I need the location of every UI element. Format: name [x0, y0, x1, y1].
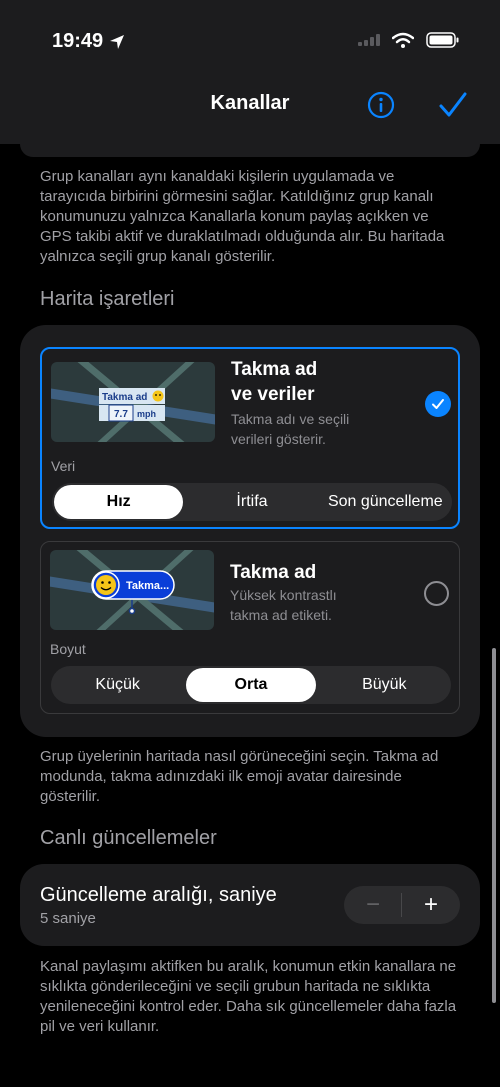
- nickname-data-preview: Takma ad 7.7 mph: [51, 362, 215, 442]
- size-label: Boyut: [50, 641, 86, 657]
- wifi-icon: [392, 32, 414, 48]
- segment-large[interactable]: Büyük: [320, 668, 449, 702]
- live-updates-header: Canlı güncellemeler: [40, 827, 217, 849]
- size-segmented-control: Küçük Orta Büyük: [51, 666, 451, 704]
- option1-desc-line2: verileri gösterir.: [231, 431, 326, 447]
- update-interval-title: Güncelleme aralığı, saniye: [40, 884, 277, 906]
- option1-description: Takma adı ve seçili verileri gösterir.: [231, 409, 349, 449]
- option2-description: Yüksek kontrastlı takma ad etiketi.: [230, 585, 337, 625]
- status-icons: [358, 32, 460, 48]
- segment-last-update[interactable]: Son güncelleme: [321, 485, 450, 519]
- channels-footer-text: Grup kanalları aynı kanaldaki kişilerin …: [40, 168, 445, 265]
- battery-icon: [426, 32, 459, 48]
- thumb-nickname-text: Takma ad: [102, 392, 147, 403]
- option2-desc-line1: Yüksek kontrastlı: [230, 587, 337, 603]
- marker-option-nickname-data[interactable]: Takma ad 7.7 mph Takma ad ve veriler Tak…: [40, 347, 460, 529]
- increment-button[interactable]: +: [402, 886, 460, 924]
- navigation-bar: Kanallar: [0, 80, 500, 144]
- data-label: Veri: [51, 458, 76, 474]
- option2-title: Takma ad: [230, 562, 317, 583]
- map-markers-card: Takma ad 7.7 mph Takma ad ve veriler Tak…: [20, 325, 480, 737]
- info-icon[interactable]: [367, 91, 395, 119]
- live-updates-footer-text: Kanal paylaşımı aktifken bu aralık, konu…: [40, 958, 457, 1035]
- selected-checkmark-icon[interactable]: [425, 391, 451, 417]
- thumb-nickname-text: Takma...: [126, 580, 169, 592]
- data-segmented-control: Hız İrtifa Son güncelleme: [52, 483, 452, 521]
- option1-title-line1: Takma ad: [231, 359, 318, 380]
- status-bar: 19:49: [0, 0, 500, 80]
- thumb-unit-text: mph: [137, 409, 156, 419]
- segment-medium[interactable]: Orta: [186, 668, 316, 702]
- unselected-radio-icon[interactable]: [424, 581, 449, 606]
- segment-altitude[interactable]: İrtifa: [187, 485, 316, 519]
- map-markers-footer-text: Grup üyelerinin haritada nasıl görüneceğ…: [40, 748, 439, 805]
- time-label: 19:49: [52, 30, 104, 52]
- segment-speed[interactable]: Hız: [54, 485, 184, 519]
- map-markers-header: Harita işaretleri: [40, 288, 175, 310]
- interval-stepper: − +: [344, 886, 460, 924]
- update-interval-value: 5 saniye: [40, 910, 96, 927]
- location-arrow-icon: [110, 34, 125, 49]
- done-checkmark-icon[interactable]: [438, 90, 468, 120]
- decrement-button[interactable]: −: [344, 886, 402, 924]
- previous-card-edge: [20, 144, 480, 157]
- nickname-preview: Takma...: [50, 550, 214, 630]
- option2-desc-line2: takma ad etiketi.: [230, 607, 332, 623]
- segment-small[interactable]: Küçük: [53, 668, 182, 702]
- thumb-speed-text: 7.7: [114, 409, 128, 420]
- option1-title-line2: ve veriler: [231, 384, 315, 405]
- cellular-signal-icon: [358, 34, 380, 46]
- vertical-scrollbar[interactable]: [492, 648, 496, 1003]
- option1-title: Takma ad ve veriler: [231, 357, 317, 407]
- page-title: Kanallar: [210, 92, 290, 114]
- map-preview-image: Takma ad 7.7 mph: [51, 362, 215, 442]
- status-time: 19:49: [52, 30, 125, 53]
- marker-option-nickname[interactable]: Takma... Takma ad Yüksek kontrastlı takm…: [40, 541, 460, 714]
- update-interval-card: Güncelleme aralığı, saniye 5 saniye − +: [20, 864, 480, 946]
- option1-desc-line1: Takma adı ve seçili: [231, 411, 350, 427]
- map-preview-image: Takma...: [50, 550, 214, 630]
